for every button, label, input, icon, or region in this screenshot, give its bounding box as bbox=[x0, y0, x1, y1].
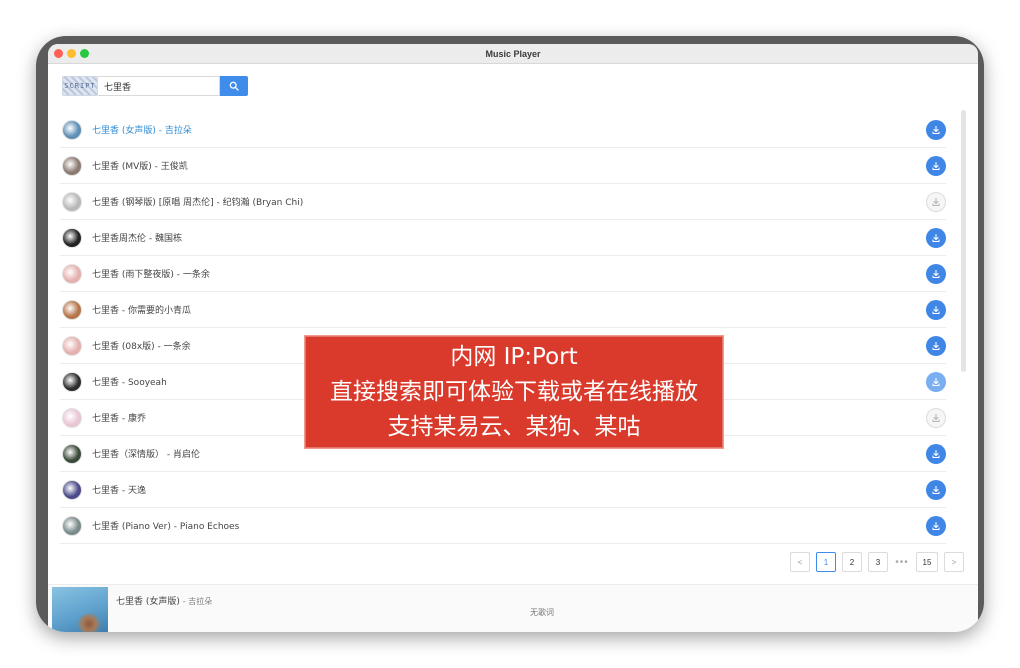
next-page-button[interactable]: > bbox=[944, 552, 964, 572]
song-row[interactable]: 七里香 (钢琴版) [原唱 周杰伦] - 纪钧瀚 (Bryan Chi) bbox=[60, 184, 946, 220]
download-icon bbox=[932, 521, 940, 530]
download-icon bbox=[932, 377, 940, 386]
download-button[interactable] bbox=[926, 371, 946, 392]
download-button[interactable] bbox=[926, 119, 946, 140]
close-window-button[interactable] bbox=[54, 49, 63, 58]
prev-page-button[interactable]: < bbox=[790, 552, 810, 572]
song-avatar bbox=[62, 443, 82, 464]
now-playing: 七里香 (女声版) - 吉拉朵 bbox=[116, 594, 212, 607]
banner-line-1: 内网 IP:Port bbox=[450, 343, 578, 370]
download-icon bbox=[932, 305, 940, 314]
song-avatar bbox=[62, 299, 82, 320]
download-icon bbox=[932, 197, 940, 206]
download-icon bbox=[932, 161, 940, 170]
song-title[interactable]: 七里香 - Sooyeah bbox=[92, 375, 167, 388]
song-avatar bbox=[62, 407, 82, 428]
search-input[interactable] bbox=[98, 76, 220, 96]
scrollbar[interactable] bbox=[961, 110, 966, 372]
song-title[interactable]: 七里香 - 天逸 bbox=[92, 483, 146, 496]
song-row[interactable]: 七里香 (Piano Ver) - Piano Echoes bbox=[60, 508, 946, 544]
screenshot-frame: Music Player SCRIPT 七里香 (女声版) - 吉拉朵七里香 (… bbox=[36, 36, 984, 632]
now-playing-artist: - 吉拉朵 bbox=[182, 597, 213, 606]
song-avatar bbox=[62, 263, 82, 284]
song-title[interactable]: 七里香 (钢琴版) [原唱 周杰伦] - 纪钧瀚 (Bryan Chi) bbox=[92, 195, 303, 208]
download-button[interactable] bbox=[926, 407, 946, 428]
minimize-window-button[interactable] bbox=[67, 49, 76, 58]
title-bar: Music Player bbox=[48, 44, 978, 64]
player-bar: 七里香 (女声版) - 吉拉朵 无歌词 bbox=[48, 584, 978, 632]
download-button[interactable] bbox=[926, 191, 946, 212]
song-avatar bbox=[62, 155, 82, 176]
download-icon bbox=[932, 269, 940, 278]
album-cover[interactable] bbox=[52, 587, 108, 632]
song-title[interactable]: 七里香 (女声版) - 吉拉朵 bbox=[92, 123, 192, 136]
song-title[interactable]: 七里香周杰伦 - 魏国栋 bbox=[92, 231, 182, 244]
page-2-button[interactable]: 2 bbox=[842, 552, 862, 572]
song-title[interactable]: 七里香 (Piano Ver) - Piano Echoes bbox=[92, 519, 239, 532]
now-playing-title: 七里香 (女声版) bbox=[116, 597, 180, 607]
download-icon bbox=[932, 125, 940, 134]
song-title[interactable]: 七里香 - 你需要的小青瓜 bbox=[92, 303, 191, 316]
search-button[interactable] bbox=[220, 76, 248, 96]
page-1-button[interactable]: 1 bbox=[816, 552, 836, 572]
song-row[interactable]: 七里香 - 你需要的小青瓜 bbox=[60, 292, 946, 328]
song-avatar bbox=[62, 119, 82, 140]
song-title[interactable]: 七里香 (MV版) - 王俊凯 bbox=[92, 159, 188, 172]
download-button[interactable] bbox=[926, 443, 946, 464]
maximize-window-button[interactable] bbox=[80, 49, 89, 58]
page-ellipsis[interactable]: ••• bbox=[894, 557, 910, 568]
download-icon bbox=[932, 485, 940, 494]
lyrics-text: 无歌词 bbox=[530, 608, 554, 617]
window-title: Music Player bbox=[485, 48, 541, 59]
captcha-image[interactable]: SCRIPT bbox=[62, 76, 98, 96]
banner-line-2: 直接搜索即可体验下载或者在线播放 bbox=[330, 378, 698, 405]
download-button[interactable] bbox=[926, 263, 946, 284]
song-row[interactable]: 七里香 (雨下整夜版) - 一条余 bbox=[60, 256, 946, 292]
download-icon bbox=[932, 233, 940, 242]
song-title[interactable]: 七里香 - 康乔 bbox=[92, 411, 146, 424]
page-15-button[interactable]: 15 bbox=[916, 552, 938, 572]
song-list: 七里香 (女声版) - 吉拉朵 七里香 (MV版) - 王俊凯七里香 (钢琴版) … bbox=[60, 112, 946, 544]
captcha-text: SCRIPT bbox=[64, 82, 96, 90]
song-avatar bbox=[62, 191, 82, 212]
download-button[interactable] bbox=[926, 155, 946, 176]
song-row[interactable]: 七里香周杰伦 - 魏国栋 bbox=[60, 220, 946, 256]
download-button[interactable] bbox=[926, 479, 946, 500]
song-avatar bbox=[62, 227, 82, 248]
download-button[interactable] bbox=[926, 227, 946, 248]
song-title[interactable]: 七里香（深情版） - 肖启伦 bbox=[92, 447, 200, 460]
page-3-button[interactable]: 3 bbox=[868, 552, 888, 572]
song-avatar bbox=[62, 515, 82, 536]
song-title[interactable]: 七里香 (08x版) - 一条余 bbox=[92, 339, 191, 352]
song-row[interactable]: 七里香 (MV版) - 王俊凯 bbox=[60, 148, 946, 184]
song-avatar bbox=[62, 335, 82, 356]
download-icon bbox=[932, 341, 940, 350]
download-icon bbox=[932, 413, 940, 422]
download-button[interactable] bbox=[926, 515, 946, 536]
download-icon bbox=[932, 449, 940, 458]
search-bar: SCRIPT bbox=[62, 76, 248, 96]
banner-line-3: 支持某易云、某狗、某咕 bbox=[387, 413, 641, 440]
song-row[interactable]: 七里香 - 天逸 bbox=[60, 472, 946, 508]
download-button[interactable] bbox=[926, 299, 946, 320]
download-button[interactable] bbox=[926, 335, 946, 356]
song-avatar bbox=[62, 371, 82, 392]
window-controls bbox=[54, 49, 89, 58]
overlay-banner: 内网 IP:Port 直接搜索即可体验下载或者在线播放 支持某易云、某狗、某咕 bbox=[304, 335, 724, 449]
song-title[interactable]: 七里香 (雨下整夜版) - 一条余 bbox=[92, 267, 210, 280]
pagination: < 1 2 3 ••• 15 > bbox=[790, 552, 964, 572]
song-row[interactable]: 七里香 (女声版) - 吉拉朵 bbox=[60, 112, 946, 148]
search-icon bbox=[229, 81, 239, 91]
song-avatar bbox=[62, 479, 82, 500]
